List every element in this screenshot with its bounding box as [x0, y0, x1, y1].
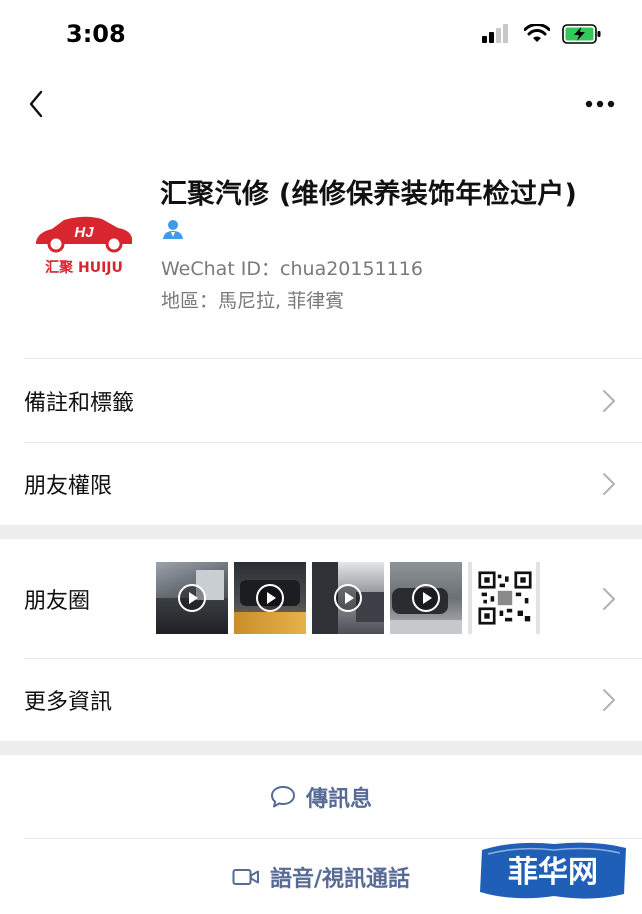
- play-icon: [178, 584, 206, 612]
- section-separator: [0, 741, 642, 755]
- avatar[interactable]: HJ 汇聚 HUIJU: [30, 184, 138, 280]
- battery-charging-icon: [562, 24, 601, 44]
- status-time: 3:08: [66, 20, 126, 48]
- avatar-logo-text: 汇聚 HUIJU: [45, 260, 123, 276]
- chevron-right-icon: [603, 389, 615, 412]
- row-remarks-tags-label: 備註和標籤: [24, 390, 135, 416]
- watermark-text: 菲华网: [508, 855, 598, 890]
- moments-thumbnail[interactable]: [468, 562, 540, 634]
- watermark-logo: 菲华网: [480, 842, 626, 899]
- moments-thumbnail[interactable]: [156, 562, 228, 634]
- wechat-id: WeChat ID：chua20151116: [161, 258, 423, 280]
- profile-name: 汇聚汽修 (维修保养装饰年检过户): [160, 179, 578, 210]
- voice-video-call-label: 語音/視訊通話: [269, 866, 411, 892]
- row-moments-label: 朋友圈: [24, 588, 91, 614]
- chevron-right-icon: [603, 689, 615, 711]
- chevron-right-icon: [603, 587, 615, 610]
- nav-bar: [0, 78, 642, 128]
- avatar-logo-mark: HJ: [74, 224, 94, 241]
- section-separator: [0, 525, 642, 539]
- row-remarks-tags[interactable]: 備註和標籤: [0, 359, 642, 442]
- row-more-info[interactable]: 更多資訊: [0, 659, 642, 741]
- status-bar: 3:08: [0, 0, 642, 70]
- play-icon: [412, 584, 440, 612]
- cellular-signal-icon: [482, 24, 508, 43]
- row-more-info-label: 更多資訊: [24, 690, 113, 715]
- huiju-logo: HJ 汇聚 HUIJU: [36, 216, 132, 276]
- chevron-left-icon: [29, 90, 43, 118]
- moments-thumbnails[interactable]: [156, 562, 540, 634]
- moments-thumbnail[interactable]: [234, 562, 306, 634]
- row-friend-permissions[interactable]: 朋友權限: [0, 443, 642, 525]
- moments-thumbnail[interactable]: [312, 562, 384, 634]
- chevron-right-icon: [603, 473, 615, 495]
- play-icon: [256, 584, 284, 612]
- region: 地區：馬尼拉, 菲律賓: [161, 290, 345, 312]
- send-message-label: 傳訊息: [305, 786, 372, 812]
- chat-bubble-icon: [270, 785, 295, 807]
- ellipsis-icon: [585, 100, 615, 108]
- row-friend-permissions-label: 朋友權限: [24, 474, 113, 499]
- status-icons: [482, 24, 602, 44]
- play-icon: [334, 584, 362, 612]
- send-message-button[interactable]: 傳訊息: [0, 755, 642, 838]
- moments-thumbnail[interactable]: [390, 562, 462, 634]
- more-button[interactable]: [578, 84, 622, 124]
- person-badge-icon: [163, 220, 183, 239]
- qr-code-icon: [478, 571, 532, 625]
- profile-header: HJ 汇聚 HUIJU 汇聚汽修 (维修保养装饰年检过户) WeChat ID：…: [0, 160, 642, 360]
- video-camera-icon: [232, 868, 259, 885]
- wifi-icon: [524, 24, 550, 42]
- back-button[interactable]: [18, 84, 54, 124]
